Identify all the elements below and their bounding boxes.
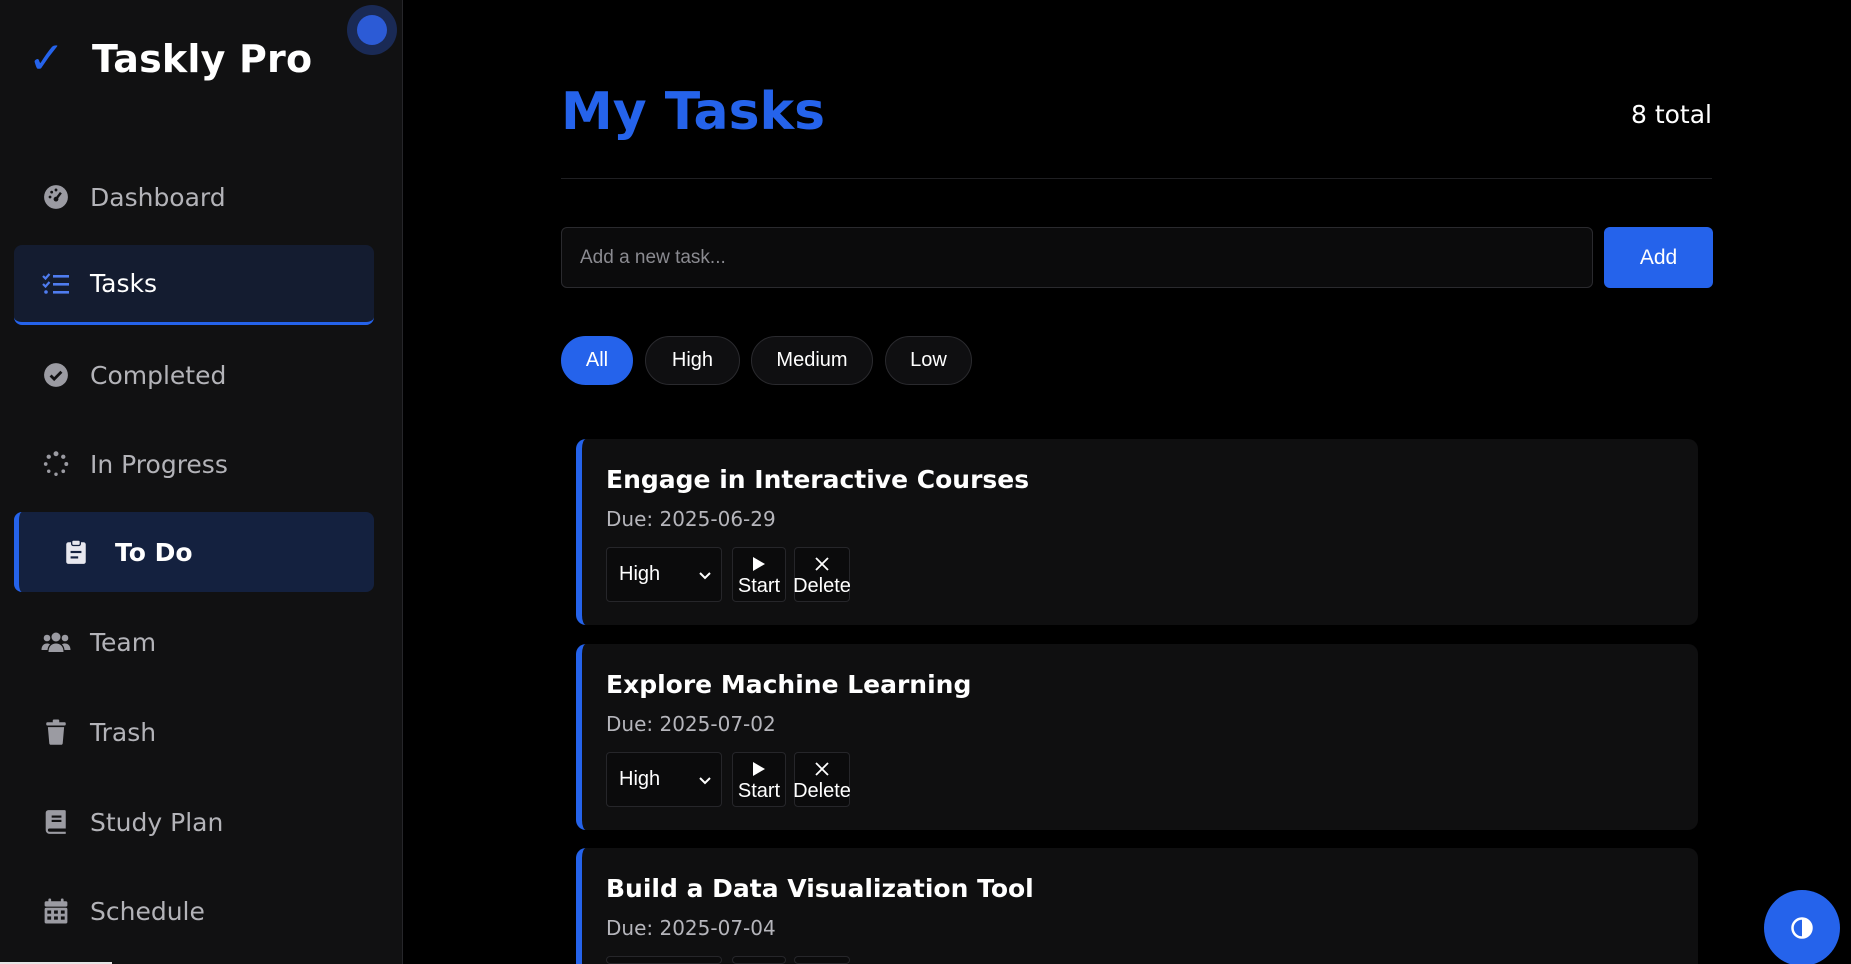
task-card[interactable]: Explore Machine Learning Due: 2025-07-02… [576,644,1698,830]
toggle-dot-icon [357,15,387,45]
filter-medium-button[interactable]: Medium [751,336,873,385]
task-title: Engage in Interactive Courses [606,465,1030,494]
sidebar-item-label: Tasks [90,269,157,298]
brand-name: Taskly Pro [92,37,313,81]
start-button[interactable]: Start [732,752,786,807]
filter-low-button[interactable]: Low [885,336,972,385]
delete-button[interactable]: Delete [793,547,851,602]
sidebar-item-schedule[interactable]: Schedule [14,871,374,951]
clipboard-icon [61,537,91,567]
start-label: Start [737,779,781,802]
priority-value: High [619,768,661,790]
contrast-icon [1791,917,1813,939]
trash-icon [41,717,71,747]
play-icon [751,553,767,575]
task-card[interactable]: Build a Data Visualization Tool Due: 202… [576,848,1698,964]
task-count: 8 total [1630,100,1712,129]
spinner-icon [41,449,71,479]
task-card[interactable]: Engage in Interactive Courses Due: 2025-… [576,439,1698,625]
sidebar-item-label: Completed [90,360,227,390]
page-title: My Tasks [561,82,826,142]
start-button[interactable] [732,956,786,964]
sidebar: ✓ Taskly Pro Dashboard Tasks Completed I… [0,0,403,964]
new-task-input[interactable] [561,227,1593,288]
sidebar-item-team[interactable]: Team [14,602,374,682]
task-title: Build a Data Visualization Tool [606,874,1034,903]
book-icon [41,807,71,837]
sidebar-item-completed[interactable]: Completed [14,335,374,415]
main-content: My Tasks 8 total Add All High Medium Low… [404,0,1851,964]
delete-button[interactable] [794,956,850,964]
play-icon [751,758,767,780]
sidebar-item-label: Team [90,627,157,657]
header-divider [561,178,1712,179]
start-button[interactable]: Start [732,547,786,602]
sidebar-item-label: In Progress [90,449,228,479]
delete-label: Delete [793,779,851,802]
sidebar-item-label: To Do [115,537,193,567]
sidebar-item-dashboard[interactable]: Dashboard [14,157,374,237]
app-root: ✓ Taskly Pro Dashboard Tasks Completed I… [0,0,1851,964]
task-due-date: Due: 2025-07-02 [606,712,776,736]
check-circle-icon [41,360,71,390]
delete-button[interactable]: Delete [793,752,851,807]
filter-high-button[interactable]: High [645,336,740,385]
delete-label: Delete [793,574,851,597]
sidebar-item-trash[interactable]: Trash [14,692,374,772]
sidebar-item-to-do[interactable]: To Do [14,512,374,592]
filter-all-button[interactable]: All [561,336,633,385]
priority-value: High [619,563,661,585]
brand-check-icon: ✓ [28,33,65,84]
list-check-icon [41,269,71,299]
gauge-icon [41,182,71,212]
sidebar-item-label: Schedule [90,896,205,926]
close-icon [814,553,830,575]
task-title: Explore Machine Learning [606,670,972,699]
sidebar-toggle-button[interactable] [347,5,397,55]
priority-select[interactable]: High [606,752,722,807]
priority-select[interactable]: High [606,547,722,602]
theme-toggle-button[interactable] [1764,890,1840,964]
sidebar-item-label: Dashboard [90,182,226,212]
sidebar-item-label: Trash [90,717,157,747]
start-label: Start [737,574,781,597]
brand[interactable]: ✓ Taskly Pro [28,34,312,84]
priority-select[interactable] [606,956,722,964]
sidebar-item-study-plan[interactable]: Study Plan [14,782,374,862]
close-icon [814,758,830,780]
users-icon [41,627,71,657]
chevron-down-icon [699,572,711,580]
sidebar-item-in-progress[interactable]: In Progress [14,424,374,504]
add-task-button[interactable]: Add [1604,227,1713,288]
task-due-date: Due: 2025-07-04 [606,916,776,940]
task-due-date: Due: 2025-06-29 [606,507,776,531]
chevron-down-icon [699,777,711,785]
sidebar-item-label: Study Plan [90,807,224,837]
calendar-icon [41,896,71,926]
sidebar-item-tasks[interactable]: Tasks [14,245,374,325]
